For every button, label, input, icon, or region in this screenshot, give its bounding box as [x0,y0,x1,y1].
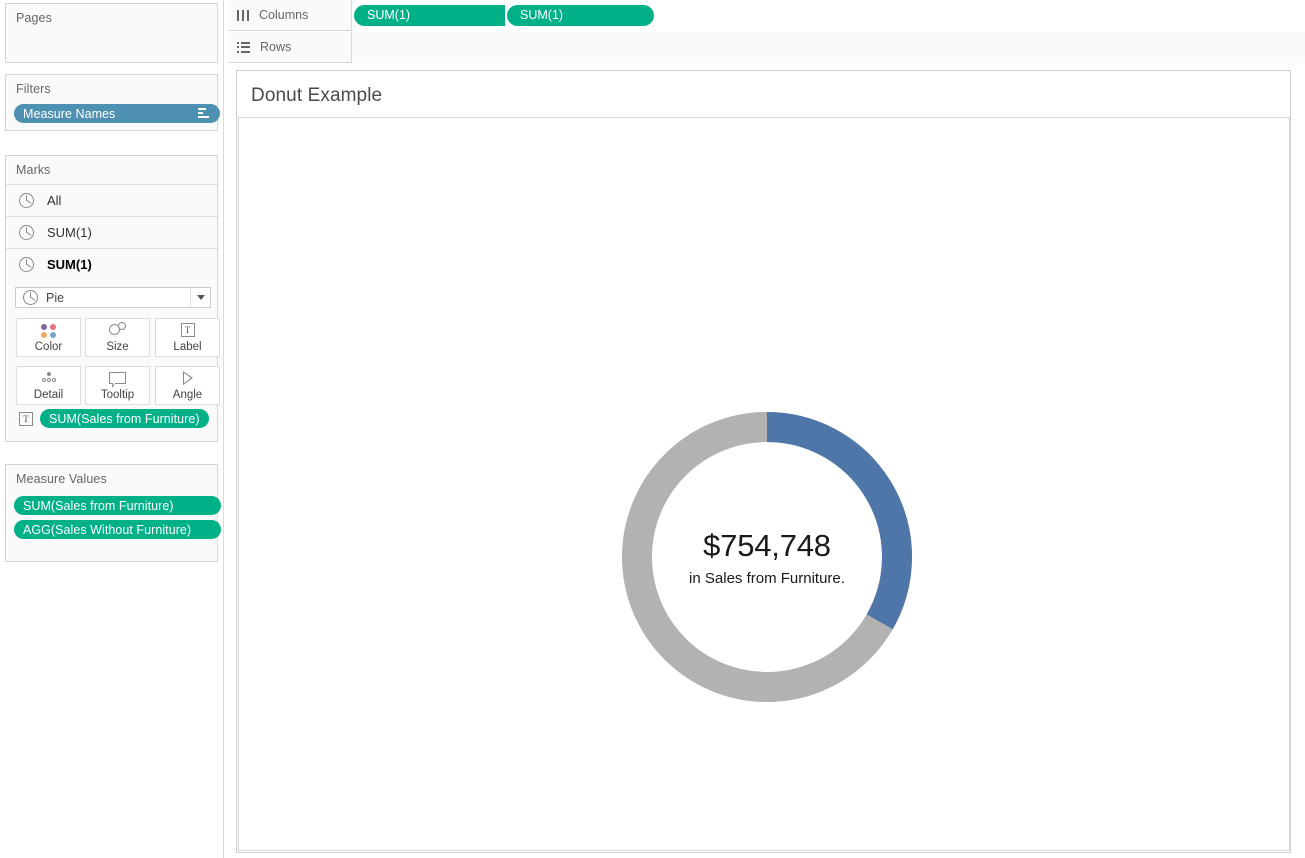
donut-chart[interactable]: $754,748 in Sales from Furniture. [622,412,912,702]
measure-value-pill-sales-from-furniture[interactable]: SUM(Sales from Furniture) [14,496,221,515]
filter-pill-measure-names[interactable]: Measure Names [14,104,220,123]
mark-type-dropdown[interactable]: Pie [15,287,211,308]
columns-shelf-label: Columns [259,8,309,22]
donut-caption-text: in Sales from Furniture. [689,569,845,587]
columns-pill-sum-1-b[interactable]: SUM(1) [507,4,654,26]
measure-values-card: Measure Values SUM(Sales from Furniture)… [5,464,221,562]
marks-button-label: Color [34,341,63,353]
chevron-down-icon[interactable] [190,288,210,307]
columns-pill-sum-1-a[interactable]: SUM(1) [354,4,505,26]
columns-shelf: Columns SUM(1) SUM(1) [228,0,1305,31]
tableau-worksheet-window: Pages Filters Measure Names Marks All SU… [0,0,1305,858]
rows-shelf: Rows [228,31,1305,63]
marks-tooltip-button[interactable]: Tooltip [85,366,150,405]
filter-lines-icon[interactable] [198,108,211,119]
marks-row-all[interactable]: All [6,184,217,216]
text-label-icon: T [19,411,33,426]
text-label-icon: T [180,320,195,340]
color-dots-icon [40,320,58,340]
worksheet-view-area: Donut Example $754,748 in Sales from Fur… [236,70,1291,853]
pie-mark-icon [19,225,34,240]
detail-dots-icon [40,368,58,388]
angle-wedge-icon [182,368,193,388]
left-shelf-panel: Pages Filters Measure Names Marks All SU… [0,0,224,858]
measure-values-card-title: Measure Values [16,472,107,486]
pie-mark-icon [19,257,34,272]
page-title: Donut Example [251,85,383,106]
mark-type-value: Pie [46,290,65,305]
measure-value-pill-sales-without-furniture[interactable]: AGG(Sales Without Furniture) [14,520,221,539]
marks-detail-button[interactable]: Detail [16,366,81,405]
marks-button-label: Detail [33,389,64,401]
rows-shelf-dropzone[interactable] [352,31,1305,63]
columns-shelf-label-box: Columns [228,0,352,31]
pages-card-title: Pages [16,11,52,25]
viz-pane[interactable]: $754,748 in Sales from Furniture. [238,117,1290,851]
columns-icon [237,9,249,21]
donut-value-text: $754,748 [703,527,831,563]
marks-row-label: SUM(1) [47,225,92,240]
marks-row-sum-1[interactable]: SUM(1) [6,216,217,248]
marks-angle-button[interactable]: Angle [155,366,220,405]
filters-card: Filters Measure Names [5,74,220,131]
marks-row-sum-2-selected[interactable]: SUM(1) [6,248,217,280]
rows-shelf-label: Rows [260,40,292,54]
marks-label-button[interactable]: T Label [155,318,220,357]
columns-shelf-dropzone[interactable]: SUM(1) SUM(1) [352,0,1305,31]
marks-button-label: Angle [172,389,203,401]
donut-center-label: $754,748 in Sales from Furniture. [622,412,912,702]
marks-button-label: Label [173,341,202,353]
filter-pill-label: Measure Names [23,106,116,121]
marks-row-label: All [47,193,62,208]
rows-shelf-label-box: Rows [228,31,352,63]
marks-color-button[interactable]: Color [16,318,81,357]
marks-label-pill-row: T SUM(Sales from Furniture) [19,409,209,428]
filters-card-title: Filters [16,82,51,96]
marks-size-button[interactable]: Size [85,318,150,357]
marks-card: Marks All SUM(1) SUM(1) Pie Color Size T… [5,155,220,442]
pie-mark-icon [23,290,38,305]
pages-card: Pages [5,3,218,63]
marks-label-field-pill[interactable]: SUM(Sales from Furniture) [40,409,209,428]
marks-button-label: Tooltip [100,389,135,401]
pie-mark-icon [19,193,34,208]
tooltip-bubble-icon [109,368,126,388]
marks-button-label: Size [106,341,129,353]
marks-row-label: SUM(1) [47,257,92,272]
rows-icon [237,41,250,53]
marks-card-title: Marks [16,163,51,177]
size-circles-icon [108,320,127,340]
